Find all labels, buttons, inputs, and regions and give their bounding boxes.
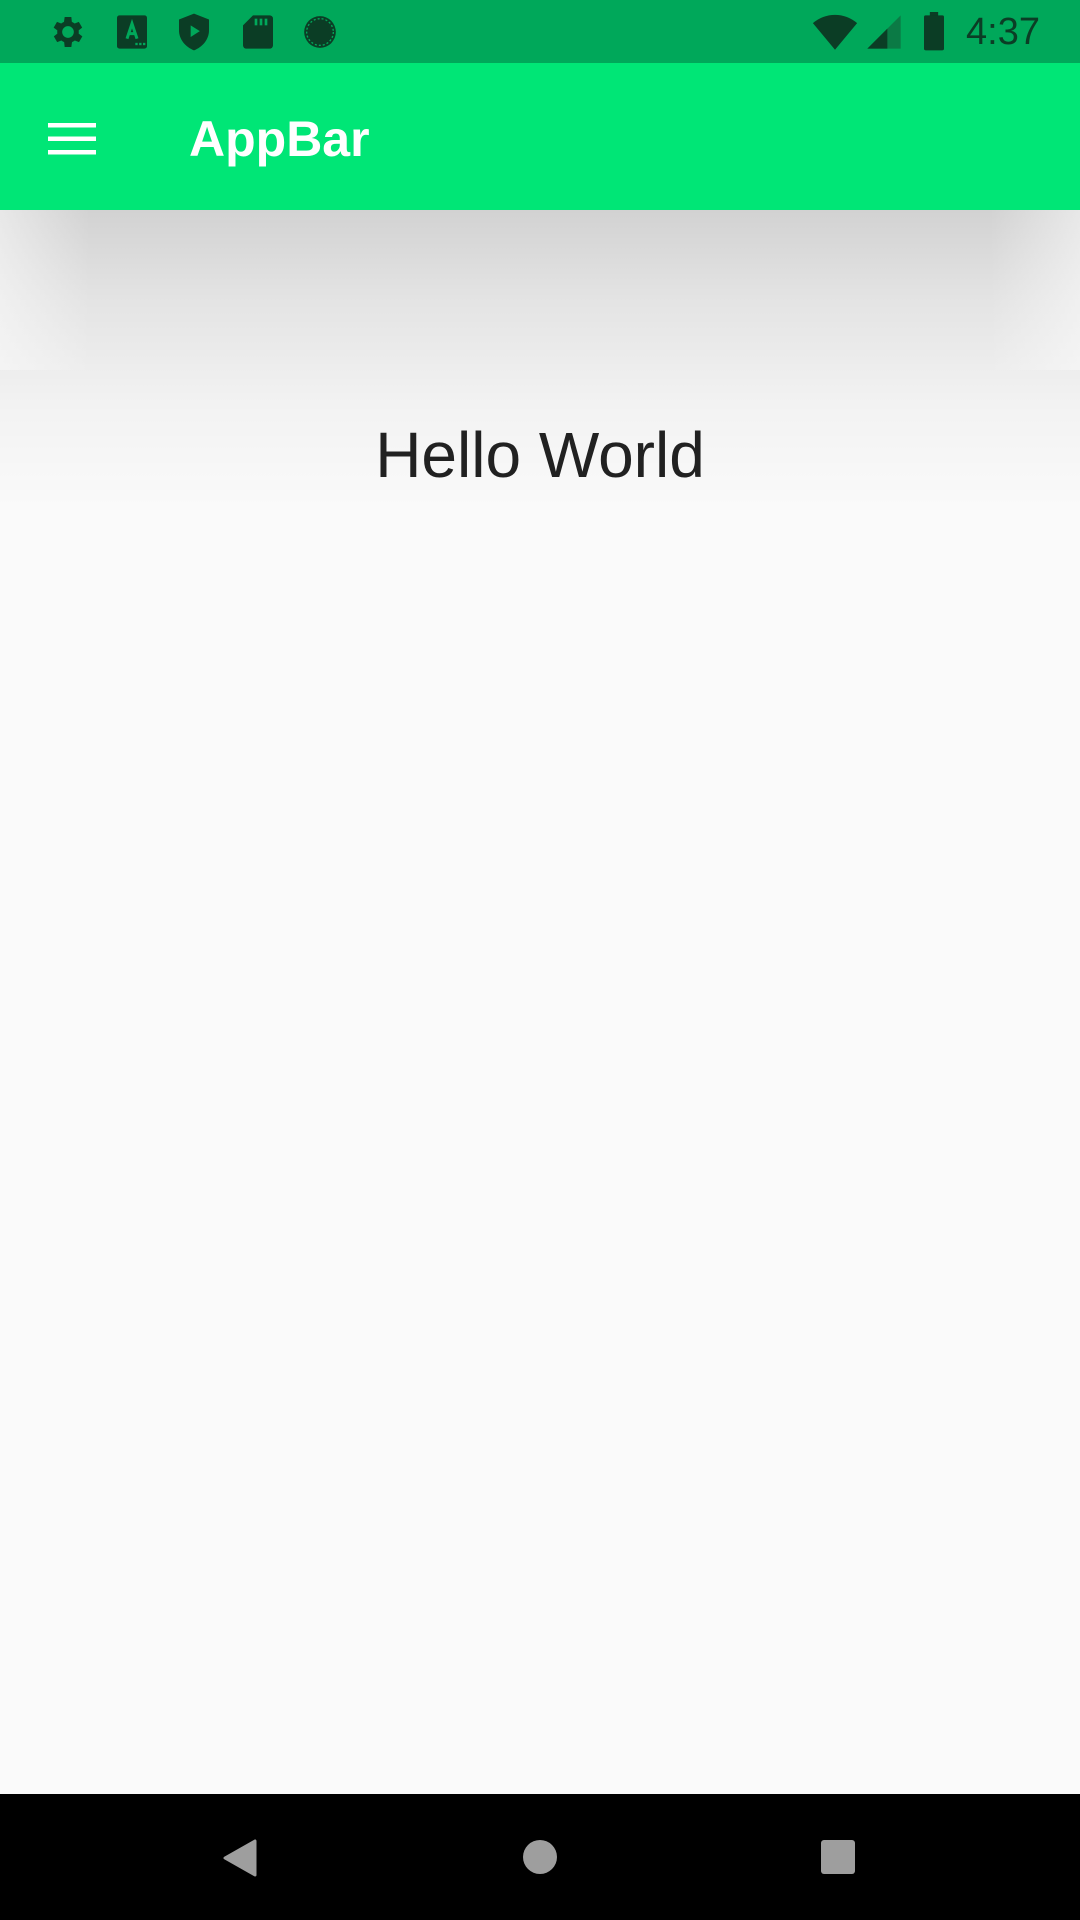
back-button[interactable] [206,1822,276,1892]
navigation-bar [0,1794,1080,1920]
hello-world-text: Hello World [375,419,705,491]
recents-button[interactable] [803,1822,873,1892]
status-time: 4:37 [966,11,1040,53]
home-button[interactable] [505,1822,575,1892]
sync-circle-icon [300,12,340,52]
home-icon [522,1839,558,1880]
wifi-icon [812,12,858,52]
recents-icon [821,1840,855,1879]
back-icon [221,1839,257,1882]
settings-icon [48,12,88,52]
keyboard-a-icon [112,12,152,52]
app-bar: AppBar [0,63,1080,210]
status-bar: 4:37 [0,0,1080,63]
battery-icon [920,12,948,52]
screen: 4:37 AppBar Hello World [0,0,1080,1920]
app-bar-title: AppBar [189,111,370,167]
play-protect-icon [174,12,214,52]
menu-button[interactable] [36,103,108,175]
cell-signal-icon [864,12,904,52]
sd-card-icon [238,12,278,52]
menu-icon [48,121,96,157]
